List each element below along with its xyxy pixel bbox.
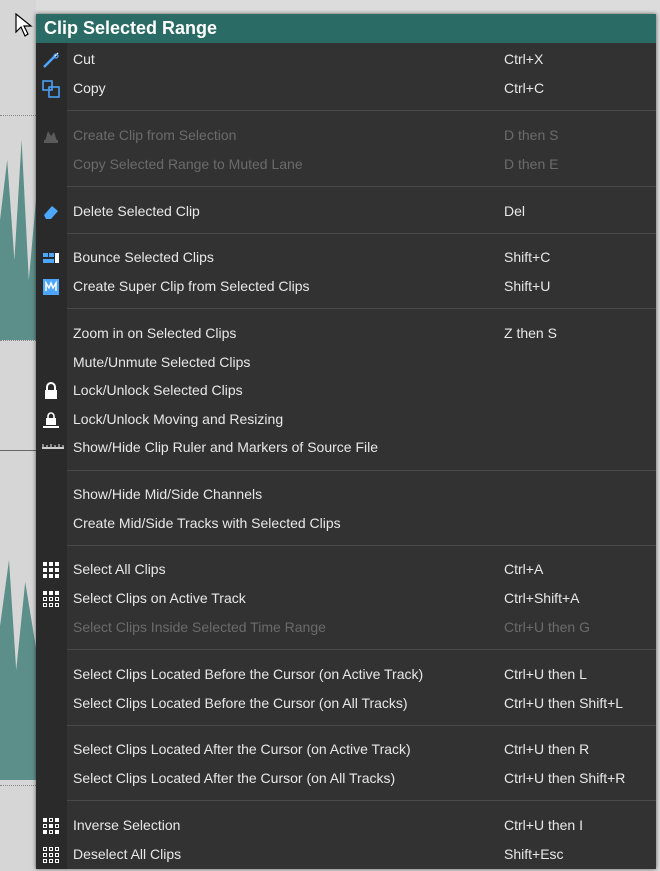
menu-item-label: Cut bbox=[73, 51, 95, 67]
menu-item-shortcut: Ctrl+A bbox=[504, 561, 544, 577]
menu-item-label: Bounce Selected Clips bbox=[73, 249, 214, 265]
menu-separator bbox=[67, 649, 656, 650]
menu-item-label: Select Clips Located Before the Cursor (… bbox=[73, 666, 424, 682]
menu-item-label: Zoom in on Selected Clips bbox=[73, 325, 237, 341]
menu-item-shortcut: Shift+U bbox=[504, 278, 551, 294]
create-clip-icon bbox=[42, 127, 60, 145]
grid-line bbox=[0, 785, 36, 786]
menu-item-create-mid-side-tracks[interactable]: Create Mid/Side Tracks with Selected Cli… bbox=[36, 509, 656, 538]
eraser-icon bbox=[42, 203, 60, 221]
bounce-icon bbox=[42, 249, 60, 267]
menu-item-shortcut: Shift+C bbox=[504, 249, 551, 265]
menu-item-shortcut: Ctrl+C bbox=[504, 80, 545, 96]
menu-item-shortcut: Shift+Esc bbox=[504, 846, 564, 862]
menu-item-copy[interactable]: Copy Ctrl+C bbox=[36, 74, 656, 103]
menu-item-shortcut: Ctrl+U then G bbox=[504, 619, 590, 635]
menu-item-label: Create Mid/Side Tracks with Selected Cli… bbox=[73, 515, 341, 531]
grid-row-icon bbox=[42, 590, 60, 608]
menu-item-label: Inverse Selection bbox=[73, 817, 181, 833]
menu-item-shortcut: D then E bbox=[504, 156, 559, 172]
menu-item-select-all-clips[interactable]: Select All Clips Ctrl+A bbox=[36, 555, 656, 584]
deselect-grid-icon bbox=[42, 846, 60, 864]
menu-item-create-super-clip[interactable]: Create Super Clip from Selected Clips Sh… bbox=[36, 272, 656, 301]
menu-item-zoom-selected-clips[interactable]: Zoom in on Selected Clips Z then S bbox=[36, 319, 656, 348]
menu-item-label: Select Clips on Active Track bbox=[73, 590, 246, 606]
menu-item-label: Select Clips Located After the Cursor (o… bbox=[73, 741, 411, 757]
menu-item-deselect-all-clips[interactable]: Deselect All Clips Shift+Esc bbox=[36, 840, 656, 869]
grid-line bbox=[0, 115, 36, 116]
track-divider bbox=[0, 450, 36, 451]
menu-separator bbox=[67, 110, 656, 111]
audio-waveform bbox=[0, 560, 36, 780]
menu-item-delete-selected-clip[interactable]: Delete Selected Clip Del bbox=[36, 197, 656, 226]
lock-move-icon bbox=[42, 411, 60, 429]
copy-icon bbox=[42, 80, 60, 98]
menu-item-label: Create Clip from Selection bbox=[73, 127, 237, 143]
menu-item-lock-moving-resizing[interactable]: Lock/Unlock Moving and Resizing bbox=[36, 405, 656, 434]
grid-line bbox=[0, 340, 36, 341]
menu-item-label: Select All Clips bbox=[73, 561, 166, 577]
menu-title: Clip Selected Range bbox=[36, 14, 656, 43]
menu-separator bbox=[67, 545, 656, 546]
menu-item-label: Lock/Unlock Moving and Resizing bbox=[73, 411, 284, 427]
context-menu: Clip Selected Range Cut Ctrl+X Copy Ctrl… bbox=[36, 14, 656, 869]
menu-item-shortcut: Z then S bbox=[504, 325, 557, 341]
menu-item-create-clip-from-selection[interactable]: Create Clip from Selection D then S bbox=[36, 121, 656, 150]
ruler-icon bbox=[42, 439, 64, 457]
menu-item-label: Select Clips Located Before the Cursor (… bbox=[73, 695, 408, 711]
menu-item-select-after-cursor-active[interactable]: Select Clips Located After the Cursor (o… bbox=[36, 735, 656, 764]
menu-item-shortcut: Ctrl+U then Shift+L bbox=[504, 695, 624, 711]
menu-item-label: Mute/Unmute Selected Clips bbox=[73, 354, 251, 370]
menu-item-bounce-selected-clips[interactable]: Bounce Selected Clips Shift+C bbox=[36, 243, 656, 272]
menu-item-label: Create Super Clip from Selected Clips bbox=[73, 278, 310, 294]
grid-icon bbox=[42, 561, 60, 579]
menu-item-shortcut: Ctrl+U then R bbox=[504, 741, 590, 757]
menu-separator bbox=[67, 725, 656, 726]
menu-item-select-clips-time-range[interactable]: Select Clips Inside Selected Time Range … bbox=[36, 613, 656, 642]
menu-item-select-before-cursor-all[interactable]: Select Clips Located Before the Cursor (… bbox=[36, 689, 656, 718]
menu-item-shortcut: D then S bbox=[504, 127, 559, 143]
waveform-panel bbox=[0, 0, 36, 871]
menu-item-label: Select Clips Located After the Cursor (o… bbox=[73, 770, 396, 786]
menu-item-select-after-cursor-all[interactable]: Select Clips Located After the Cursor (o… bbox=[36, 764, 656, 793]
menu-item-label: Select Clips Inside Selected Time Range bbox=[73, 619, 326, 635]
menu-separator bbox=[67, 308, 656, 309]
mouse-cursor-icon bbox=[15, 12, 33, 37]
menu-item-shortcut: Ctrl+U then Shift+R bbox=[504, 770, 626, 786]
menu-item-label: Copy Selected Range to Muted Lane bbox=[73, 156, 303, 172]
scissors-icon bbox=[42, 51, 60, 69]
menu-item-shortcut: Ctrl+U then L bbox=[504, 666, 587, 682]
menu-item-shortcut: Ctrl+Shift+A bbox=[504, 590, 580, 606]
lock-icon bbox=[42, 382, 60, 400]
inverse-grid-icon bbox=[42, 817, 60, 835]
menu-item-inverse-selection[interactable]: Inverse Selection Ctrl+U then I bbox=[36, 811, 656, 840]
menu-item-mute-unmute[interactable]: Mute/Unmute Selected Clips bbox=[36, 348, 656, 377]
menu-item-show-hide-mid-side[interactable]: Show/Hide Mid/Side Channels bbox=[36, 480, 656, 509]
menu-item-shortcut: Ctrl+U then I bbox=[504, 817, 583, 833]
menu-separator bbox=[67, 186, 656, 187]
menu-item-copy-to-muted-lane[interactable]: Copy Selected Range to Muted Lane D then… bbox=[36, 150, 656, 179]
menu-item-show-hide-clip-ruler[interactable]: Show/Hide Clip Ruler and Markers of Sour… bbox=[36, 433, 656, 462]
menu-item-select-clips-active-track[interactable]: Select Clips on Active Track Ctrl+Shift+… bbox=[36, 584, 656, 613]
menu-separator bbox=[67, 233, 656, 234]
menu-item-shortcut: Ctrl+X bbox=[504, 51, 544, 67]
menu-item-label: Delete Selected Clip bbox=[73, 203, 200, 219]
menu-item-shortcut: Del bbox=[504, 203, 526, 219]
menu-item-label: Copy bbox=[73, 80, 106, 96]
menu-item-lock-unlock-clips[interactable]: Lock/Unlock Selected Clips bbox=[36, 376, 656, 405]
super-clip-icon bbox=[42, 278, 60, 296]
menu-item-cut[interactable]: Cut Ctrl+X bbox=[36, 45, 656, 74]
menu-item-label: Show/Hide Clip Ruler and Markers of Sour… bbox=[73, 439, 379, 455]
menu-item-label: Lock/Unlock Selected Clips bbox=[73, 382, 243, 398]
menu-separator bbox=[67, 800, 656, 801]
menu-separator bbox=[67, 470, 656, 471]
menu-item-select-before-cursor-active[interactable]: Select Clips Located Before the Cursor (… bbox=[36, 660, 656, 689]
audio-waveform bbox=[0, 140, 36, 340]
menu-item-label: Show/Hide Mid/Side Channels bbox=[73, 486, 263, 502]
menu-item-label: Deselect All Clips bbox=[73, 846, 182, 862]
